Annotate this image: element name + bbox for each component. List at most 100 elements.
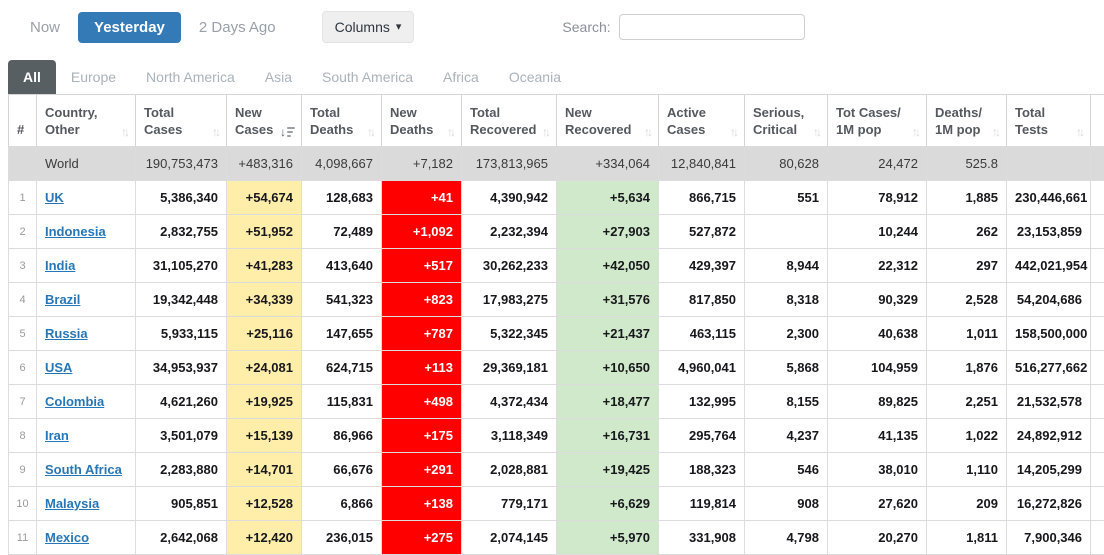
country-link-mexico[interactable]: Mexico — [45, 530, 89, 545]
value-cell: 1,876 — [927, 351, 1007, 385]
table-header-row: #Country, Other↑↓Total Cases↑↓New Cases↓… — [9, 95, 1104, 147]
value-cell: 2,028,881 — [462, 453, 557, 487]
col-header-total-cases[interactable]: Total Cases↑↓ — [136, 95, 227, 147]
tab-asia[interactable]: Asia — [250, 60, 307, 94]
tab-oceania[interactable]: Oceania — [494, 60, 576, 94]
value-cell: 1,885 — [927, 181, 1007, 215]
value-cell: 17,983,275 — [462, 283, 557, 317]
col-header-new-recovered[interactable]: New Recovered↑↓ — [557, 95, 659, 147]
value-cell: +10,650 — [557, 351, 659, 385]
col-header-label: Total Tests — [1015, 105, 1048, 139]
value-cell: 4,237 — [745, 419, 828, 453]
col-header-new-cases[interactable]: New Cases ↓ — [227, 95, 302, 147]
now-button[interactable]: Now — [20, 13, 70, 42]
covid-stats-table: #Country, Other↑↓Total Cases↑↓New Cases↓… — [8, 94, 1104, 555]
value-cell: 1,811 — [927, 521, 1007, 555]
value-cell: 866,715 — [659, 181, 745, 215]
value-cell: +41,283 — [227, 249, 302, 283]
col-header-active-cases[interactable]: Active Cases↑↓ — [659, 95, 745, 147]
country-link-russia[interactable]: Russia — [45, 326, 88, 341]
value-cell: +21,437 — [557, 317, 659, 351]
table-row: 1UK5,386,340+54,674128,683+414,390,942+5… — [9, 181, 1104, 215]
sort-desc-icon: ↓ — [280, 125, 295, 139]
country-cell: Russia — [37, 317, 136, 351]
col-header-serious-critical[interactable]: Serious, Critical↑↓ — [745, 95, 828, 147]
col-header-country-other[interactable]: Country, Other↑↓ — [37, 95, 136, 147]
country-link-south-africa[interactable]: South Africa — [45, 462, 122, 477]
col-header-label: Total Cases — [144, 105, 182, 139]
yesterday-button[interactable]: Yesterday — [78, 12, 181, 43]
tab-north-america[interactable]: North America — [131, 60, 250, 94]
country-link-iran[interactable]: Iran — [45, 428, 69, 443]
rank-cell: 1 — [9, 181, 37, 215]
country-link-brazil[interactable]: Brazil — [45, 292, 80, 307]
value-cell — [745, 215, 828, 249]
value-cell: 5,933,115 — [136, 317, 227, 351]
table-row: 7Colombia4,621,260+19,925115,831+4984,37… — [9, 385, 1104, 419]
tab-africa[interactable]: Africa — [428, 60, 494, 94]
col-header-total-deaths[interactable]: Total Deaths↑↓ — [302, 95, 382, 147]
country-link-usa[interactable]: USA — [45, 360, 72, 375]
two-days-ago-button[interactable]: 2 Days Ago — [189, 13, 286, 42]
value-cell: 128,683 — [302, 181, 382, 215]
value-cell: +54,674 — [227, 181, 302, 215]
value-cell: 12,840,841 — [659, 147, 745, 181]
col-header-label: New Recovered — [565, 105, 631, 139]
value-cell: +175 — [382, 419, 462, 453]
table-row: 2Indonesia2,832,755+51,95272,489+1,0922,… — [9, 215, 1104, 249]
value-cell: 2,832,755 — [136, 215, 227, 249]
value-cell: 29,369,181 — [462, 351, 557, 385]
tab-all[interactable]: All — [8, 60, 56, 94]
columns-label: Columns — [335, 19, 390, 35]
col-header-cutoff — [1091, 95, 1104, 147]
country-link-indonesia[interactable]: Indonesia — [45, 224, 106, 239]
value-cell: 413,640 — [302, 249, 382, 283]
search-input[interactable] — [619, 14, 805, 40]
world-row: World190,753,473+483,3164,098,667+7,1821… — [9, 147, 1104, 181]
country-cell: Colombia — [37, 385, 136, 419]
country-cell: World — [37, 147, 136, 181]
col-header-total-tests[interactable]: Total Tests↑↓ — [1007, 95, 1091, 147]
sort-both-icon: ↑↓ — [813, 125, 821, 139]
value-cell: 54,204,686 — [1007, 283, 1091, 317]
col-header-: # — [9, 95, 37, 147]
col-header-deaths-1m-pop[interactable]: Deaths/ 1M pop↑↓ — [927, 95, 1007, 147]
country-link-india[interactable]: India — [45, 258, 75, 273]
value-cell: +27,903 — [557, 215, 659, 249]
value-cell: 24,892,912 — [1007, 419, 1091, 453]
value-cell: +31,576 — [557, 283, 659, 317]
value-cell: 132,995 — [659, 385, 745, 419]
columns-dropdown-button[interactable]: Columns ▾ — [322, 11, 415, 43]
cutoff-cell — [1091, 249, 1104, 283]
value-cell: 14,205,299 — [1007, 453, 1091, 487]
tab-south-america[interactable]: South America — [307, 60, 428, 94]
value-cell: 1,022 — [927, 419, 1007, 453]
value-cell: +34,339 — [227, 283, 302, 317]
country-link-malaysia[interactable]: Malaysia — [45, 496, 99, 511]
value-cell: 2,251 — [927, 385, 1007, 419]
table-row: 4Brazil19,342,448+34,339541,323+82317,98… — [9, 283, 1104, 317]
col-header-label: New Cases — [235, 105, 273, 139]
col-header-new-deaths[interactable]: New Deaths↑↓ — [382, 95, 462, 147]
value-cell: +138 — [382, 487, 462, 521]
value-cell: 80,628 — [745, 147, 828, 181]
value-cell: 20,270 — [828, 521, 927, 555]
value-cell: 72,489 — [302, 215, 382, 249]
search-label: Search: — [562, 19, 610, 35]
value-cell: 817,850 — [659, 283, 745, 317]
col-header-total-recovered[interactable]: Total Recovered↑↓ — [462, 95, 557, 147]
country-link-colombia[interactable]: Colombia — [45, 394, 104, 409]
country-link-uk[interactable]: UK — [45, 190, 64, 205]
col-header-label: Active Cases — [667, 105, 706, 139]
value-cell: 525.8 — [927, 147, 1007, 181]
table-wrap: #Country, Other↑↓Total Cases↑↓New Cases↓… — [0, 94, 1104, 555]
tab-europe[interactable]: Europe — [56, 60, 131, 94]
col-header-label: New Deaths — [390, 105, 433, 139]
sort-both-icon: ↑↓ — [367, 125, 375, 139]
rank-cell: 8 — [9, 419, 37, 453]
value-cell: 104,959 — [828, 351, 927, 385]
value-cell: 7,900,346 — [1007, 521, 1091, 555]
value-cell: 1,011 — [927, 317, 1007, 351]
value-cell: 442,021,954 — [1007, 249, 1091, 283]
col-header-tot-cases-1m-pop[interactable]: Tot Cases/ 1M pop↑↓ — [828, 95, 927, 147]
